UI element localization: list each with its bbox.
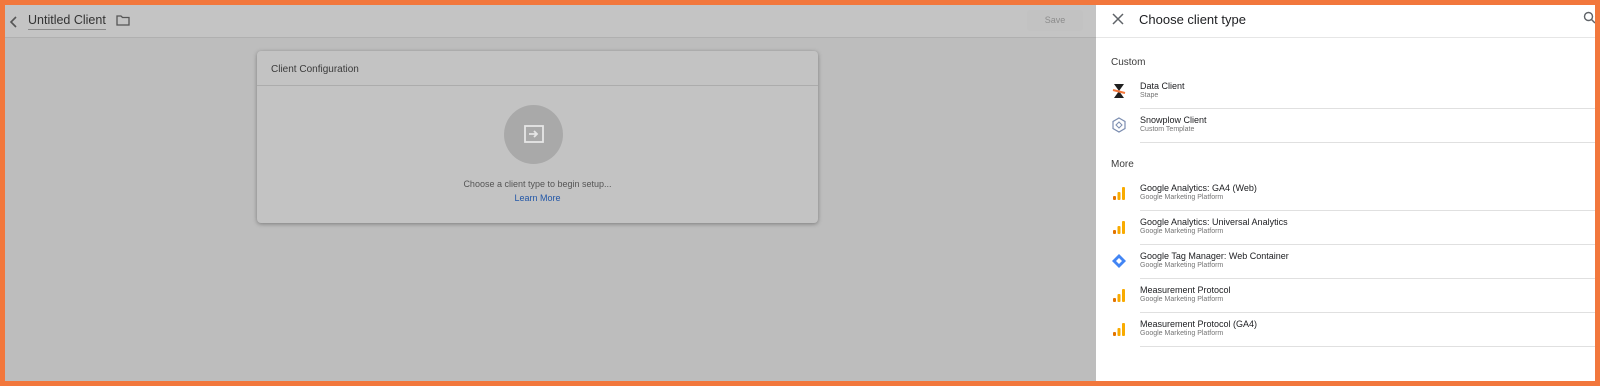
client-type-item[interactable]: Google Tag Manager: Web Container Google… (1096, 245, 1595, 279)
choose-client-type-panel: Choose client type Custom Data Client St… (1096, 5, 1596, 381)
item-subtitle: Google Marketing Platform (1140, 194, 1224, 201)
client-name-field[interactable]: Untitled Client (28, 13, 106, 30)
item-name: Snowplow Client (1140, 115, 1207, 125)
client-type-item[interactable]: Snowplow Client Custom Template (1096, 109, 1595, 143)
client-editor-overlay[interactable]: Untitled Client Save Client Configuratio… (5, 5, 1096, 381)
back-chevron-icon[interactable] (7, 13, 21, 31)
item-name: Google Analytics: Universal Analytics (1140, 217, 1288, 227)
item-subtitle: Custom Template (1140, 126, 1195, 133)
item-subtitle: Google Marketing Platform (1140, 296, 1224, 303)
setup-hint: Choose a client type to begin setup... (463, 179, 612, 189)
item-subtitle: Google Marketing Platform (1140, 330, 1224, 337)
panel-title: Choose client type (1139, 12, 1246, 27)
app-frame: Untitled Client Save Client Configuratio… (0, 0, 1600, 386)
folder-icon[interactable] (115, 12, 131, 28)
section-label-custom: Custom (1111, 57, 1146, 68)
learn-more-link[interactable]: Learn More (257, 193, 818, 203)
snowplow-logo-icon (1112, 117, 1126, 133)
item-divider (1140, 142, 1595, 143)
google-tag-manager-icon (1112, 254, 1126, 268)
item-subtitle: Google Marketing Platform (1140, 262, 1224, 269)
enter-icon (524, 125, 544, 143)
client-type-item[interactable]: Measurement Protocol Google Marketing Pl… (1096, 279, 1595, 313)
client-type-item[interactable]: Data Client Stape (1096, 75, 1595, 109)
editor-header: Untitled Client Save (5, 5, 1096, 38)
item-name: Google Tag Manager: Web Container (1140, 251, 1289, 261)
card-title: Client Configuration (271, 64, 359, 75)
item-subtitle: Google Marketing Platform (1140, 228, 1224, 235)
item-name: Measurement Protocol (1140, 285, 1231, 295)
section-label-more: More (1111, 159, 1134, 170)
client-type-item[interactable]: Google Analytics: Universal Analytics Go… (1096, 211, 1595, 245)
close-icon[interactable] (1111, 12, 1125, 26)
item-name: Data Client (1140, 81, 1185, 91)
stape-logo-icon (1112, 84, 1126, 98)
item-subtitle: Stape (1140, 92, 1159, 99)
item-name: Google Analytics: GA4 (Web) (1140, 183, 1257, 193)
google-analytics-icon (1113, 221, 1125, 234)
google-analytics-icon (1113, 187, 1125, 200)
save-button[interactable]: Save (1027, 10, 1083, 31)
panel-header: Choose client type (1096, 5, 1596, 38)
choose-client-type-button[interactable] (504, 105, 563, 164)
card-divider (257, 85, 818, 86)
google-analytics-icon (1113, 323, 1125, 336)
client-type-item[interactable]: Measurement Protocol (GA4) Google Market… (1096, 313, 1595, 347)
item-name: Measurement Protocol (GA4) (1140, 319, 1258, 329)
google-analytics-icon (1113, 289, 1125, 302)
item-divider (1140, 346, 1595, 347)
client-type-item[interactable]: Google Analytics: GA4 (Web) Google Marke… (1096, 177, 1595, 211)
client-configuration-card[interactable]: Client Configuration Choose a client typ… (257, 51, 818, 223)
search-icon[interactable] (1583, 11, 1596, 24)
